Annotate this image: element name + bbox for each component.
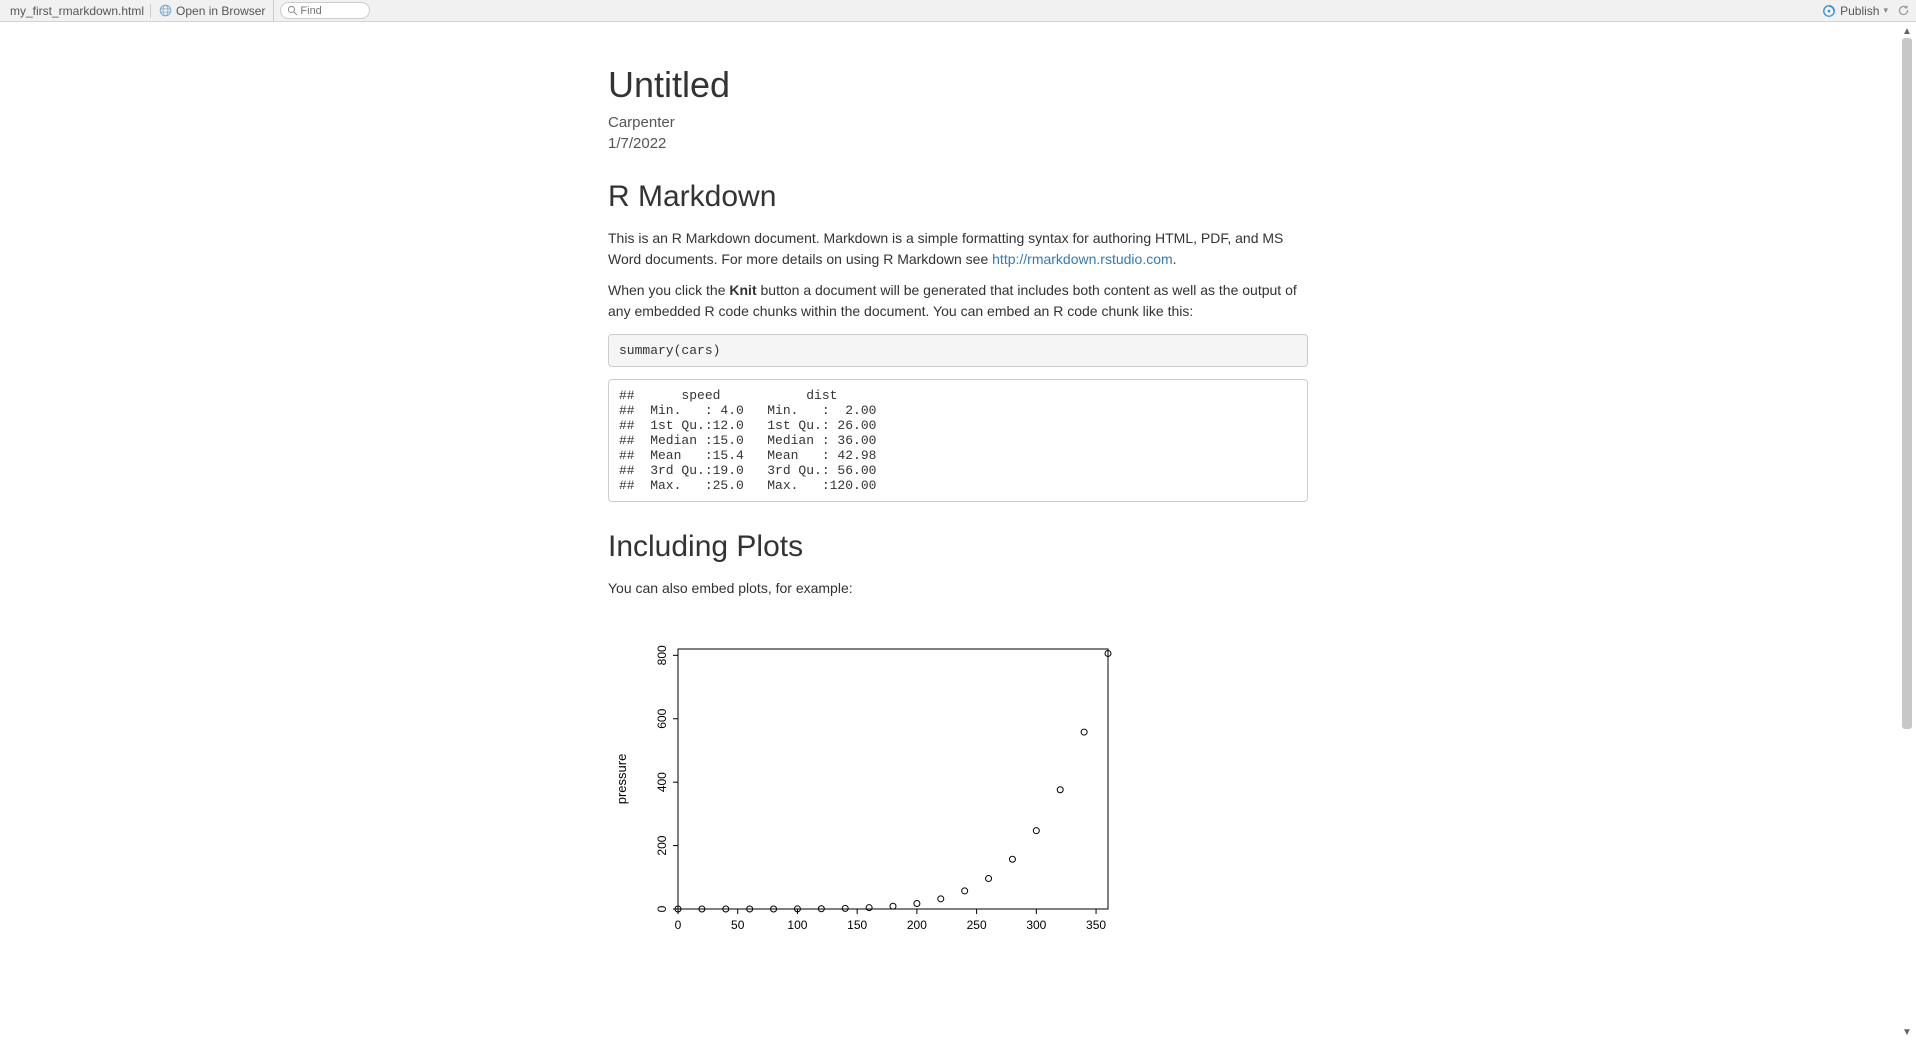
date-label: 1/7/2022 — [608, 135, 1308, 152]
scrollbar-track[interactable] — [1900, 38, 1914, 1025]
document-body: Untitled Carpenter 1/7/2022 R Markdown T… — [593, 22, 1323, 1004]
toolbar: my_first_rmarkdown.html Open in Browser … — [0, 0, 1916, 22]
knit-text-before: When you click the — [608, 282, 729, 298]
intro-text-before: This is an R Markdown document. Markdown… — [608, 230, 1283, 267]
page-title: Untitled — [608, 64, 1308, 106]
scrollbar-thumb[interactable] — [1902, 38, 1912, 729]
knit-paragraph: When you click the Knit button a documen… — [608, 280, 1308, 322]
svg-text:600: 600 — [655, 708, 669, 728]
find-box[interactable] — [280, 2, 370, 19]
rmarkdown-link[interactable]: http://rmarkdown.rstudio.com — [992, 251, 1173, 267]
publish-icon — [1822, 4, 1836, 18]
viewer-pane: ▲ ▼ Untitled Carpenter 1/7/2022 R Markdo… — [0, 22, 1916, 1041]
svg-text:800: 800 — [655, 645, 669, 665]
scroll-down-button[interactable]: ▼ — [1900, 1025, 1914, 1039]
globe-icon — [159, 4, 172, 17]
svg-text:pressure: pressure — [614, 754, 629, 805]
svg-text:350: 350 — [1086, 918, 1106, 932]
svg-text:0: 0 — [655, 905, 669, 912]
svg-text:200: 200 — [907, 918, 927, 932]
open-in-browser-button[interactable]: Open in Browser — [151, 0, 274, 21]
chevron-down-icon: ▾ — [1883, 5, 1888, 16]
svg-text:100: 100 — [787, 918, 807, 932]
svg-text:0: 0 — [675, 918, 682, 932]
find-input[interactable] — [298, 4, 353, 18]
section-heading-rmarkdown: R Markdown — [608, 180, 1308, 214]
refresh-button[interactable] — [1894, 2, 1912, 20]
publish-label: Publish — [1840, 4, 1879, 18]
intro-paragraph: This is an R Markdown document. Markdown… — [608, 228, 1308, 270]
svg-text:200: 200 — [655, 835, 669, 855]
knit-strong: Knit — [729, 282, 756, 298]
open-in-browser-label: Open in Browser — [176, 4, 265, 18]
author-label: Carpenter — [608, 114, 1308, 131]
intro-text-after: . — [1173, 251, 1177, 267]
filename-label: my_first_rmarkdown.html — [4, 4, 151, 18]
svg-text:150: 150 — [847, 918, 867, 932]
pressure-plot: 0 200 400 600 800 pressure 0 50 100 150 200 250 300 3… — [608, 639, 1308, 964]
scatter-chart-svg: 0 200 400 600 800 pressure 0 50 100 150 200 250 300 3… — [608, 639, 1128, 959]
document-scroll-area[interactable]: Untitled Carpenter 1/7/2022 R Markdown T… — [0, 22, 1916, 1041]
search-icon — [287, 5, 298, 16]
output-block-summary: ## speed dist ## Min. : 4.0 Min. : 2.00 … — [608, 379, 1308, 502]
svg-text:50: 50 — [731, 918, 745, 932]
svg-text:400: 400 — [655, 772, 669, 792]
code-block-summary: summary(cars) — [608, 334, 1308, 367]
refresh-icon — [1897, 4, 1910, 17]
section-heading-plots: Including Plots — [608, 530, 1308, 564]
svg-text:250: 250 — [967, 918, 987, 932]
scroll-up-button[interactable]: ▲ — [1900, 24, 1914, 38]
plots-paragraph: You can also embed plots, for example: — [608, 578, 1308, 599]
svg-text:300: 300 — [1026, 918, 1046, 932]
publish-button[interactable]: Publish ▾ — [1816, 4, 1894, 18]
